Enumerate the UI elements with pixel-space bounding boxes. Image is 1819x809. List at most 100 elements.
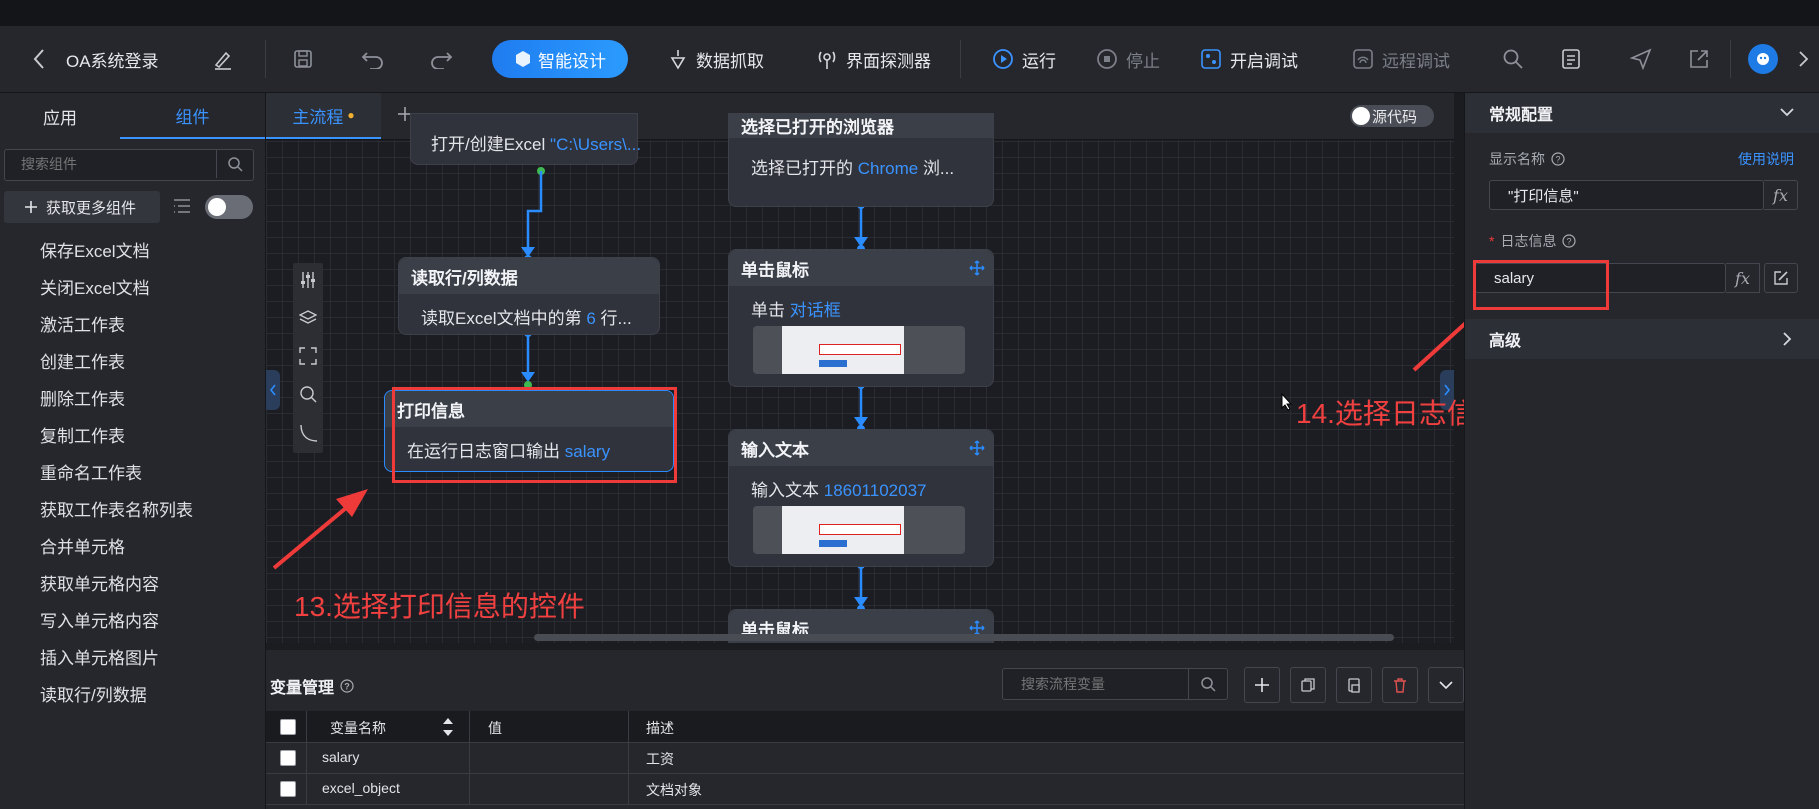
chevron-right-icon[interactable]	[1782, 332, 1792, 346]
sort-icon[interactable]	[442, 716, 454, 738]
robot-avatar-icon[interactable]	[1748, 44, 1778, 74]
display-name-field[interactable]: "打印信息"	[1489, 180, 1764, 210]
variable-manager-title: 变量管理 ?	[270, 674, 354, 698]
highlight-box-log-field	[1473, 260, 1609, 310]
section-general[interactable]: 常规配置	[1465, 93, 1819, 133]
svg-text:?: ?	[1555, 155, 1560, 165]
get-more-components-button[interactable]: 获取更多组件	[4, 191, 160, 223]
component-list-item[interactable]: 获取单元格内容	[40, 570, 159, 595]
data-capture-label: 数据抓取	[696, 51, 764, 71]
get-more-components-label: 获取更多组件	[46, 199, 137, 217]
section-advanced[interactable]: 高级	[1465, 319, 1819, 359]
variable-desc-cell: 工资	[646, 751, 674, 767]
help-icon[interactable]: ?	[340, 679, 354, 693]
component-list-item[interactable]: 复制工作表	[40, 422, 125, 447]
project-title: OA系统登录	[66, 51, 159, 71]
display-name-label-text: 显示名称	[1489, 151, 1545, 167]
run-label: 运行	[1022, 51, 1056, 71]
chevron-right-icon[interactable]	[1790, 46, 1816, 72]
component-list-item[interactable]: 读取行/列数据	[40, 681, 147, 706]
column-header-desc: 描述	[646, 720, 674, 736]
chevron-down-icon[interactable]	[1780, 107, 1794, 117]
ui-detector-button[interactable]: 界面探测器	[816, 26, 931, 92]
send-icon[interactable]	[1628, 46, 1654, 72]
select-all-checkbox[interactable]	[280, 719, 296, 735]
component-list-item[interactable]: 激活工作表	[40, 311, 125, 336]
external-link-icon[interactable]	[1686, 46, 1712, 72]
detector-icon	[818, 51, 836, 69]
row-checkbox[interactable]	[280, 781, 296, 797]
component-list-item[interactable]: 重命名工作表	[40, 459, 142, 484]
annotation-step-13: 13.选择打印信息的控件	[294, 591, 585, 622]
search-icon[interactable]	[1500, 46, 1526, 72]
variable-search-box	[1002, 668, 1228, 700]
chevron-down-icon[interactable]	[1428, 667, 1464, 703]
variable-desc-cell: 文档对象	[646, 782, 702, 798]
search-icon[interactable]	[1188, 669, 1227, 699]
component-list-item[interactable]: 关闭Excel文档	[40, 274, 150, 299]
variable-table-header: 变量名称 值 描述	[266, 711, 1464, 743]
paste-variable-icon[interactable]	[1336, 667, 1372, 703]
tab-components[interactable]: 组件	[120, 93, 265, 139]
mouse-cursor-icon	[1281, 393, 1293, 411]
log-info-label: * 日志信息 ?	[1489, 231, 1577, 251]
search-icon[interactable]	[216, 150, 253, 178]
smart-design-button[interactable]: 智能设计	[492, 40, 628, 78]
list-filter-icon[interactable]	[172, 197, 192, 215]
data-capture-icon	[670, 50, 686, 70]
add-variable-icon[interactable]	[1244, 667, 1280, 703]
plus-icon	[25, 201, 37, 213]
column-header-value: 值	[488, 720, 502, 736]
variable-search-input[interactable]	[1003, 669, 1189, 699]
row-checkbox[interactable]	[280, 750, 296, 766]
svg-text:?: ?	[1567, 237, 1572, 247]
help-icon[interactable]: ?	[1562, 234, 1577, 248]
column-header-name: 变量名称	[330, 720, 386, 736]
data-capture-button[interactable]: 数据抓取	[668, 26, 764, 92]
debug-button[interactable]: 开启调试	[1200, 26, 1298, 92]
document-icon[interactable]	[1558, 46, 1584, 72]
run-button[interactable]: 运行	[992, 26, 1056, 92]
remote-debug-button[interactable]: 远程调试	[1352, 26, 1450, 92]
fx-expression-icon[interactable]: fx	[1726, 263, 1760, 293]
usage-link[interactable]: 使用说明	[1738, 149, 1794, 169]
variable-table-row[interactable]: excel_object 文档对象	[266, 773, 1464, 805]
smart-design-label: 智能设计	[538, 51, 606, 71]
component-list-item[interactable]: 插入单元格图片	[40, 644, 159, 669]
edit-variable-icon[interactable]	[1764, 263, 1798, 293]
properties-panel: 常规配置 显示名称 ? 使用说明 "打印信息" fx * 日志信息 ? sala…	[1464, 93, 1819, 809]
stop-button[interactable]: 停止	[1096, 26, 1160, 92]
annotation-arrow-13	[272, 489, 368, 570]
stop-icon	[1097, 49, 1117, 69]
component-sidebar: 应用 组件 获取更多组件 保存Excel文档关闭Excel文档激活工作表创建工作…	[0, 93, 266, 809]
undo-icon[interactable]	[360, 46, 386, 72]
fx-expression-icon[interactable]: fx	[1764, 180, 1798, 210]
redo-icon[interactable]	[428, 46, 454, 72]
edit-icon[interactable]	[210, 46, 236, 72]
section-general-title: 常规配置	[1489, 107, 1554, 124]
variable-table-row[interactable]: salary 工资	[266, 742, 1464, 774]
back-icon[interactable]	[26, 46, 52, 72]
tab-apps[interactable]: 应用	[0, 93, 120, 139]
smart-design-icon	[516, 51, 530, 67]
component-list-item[interactable]: 写入单元格内容	[40, 607, 159, 632]
component-list-item[interactable]: 获取工作表名称列表	[40, 496, 193, 521]
component-list-item[interactable]: 保存Excel文档	[40, 237, 150, 262]
toggle-switch[interactable]	[205, 195, 253, 219]
log-info-label-text: 日志信息	[1500, 233, 1557, 249]
delete-variable-icon[interactable]	[1382, 667, 1418, 703]
remote-debug-icon	[1353, 49, 1373, 69]
debug-icon	[1201, 49, 1221, 69]
save-icon[interactable]	[290, 46, 316, 72]
variable-name-cell: salary	[322, 749, 360, 765]
os-title-strip	[0, 0, 1819, 26]
component-list-item[interactable]: 删除工作表	[40, 385, 125, 410]
component-list-item[interactable]: 合并单元格	[40, 533, 125, 558]
flow-canvas[interactable]: 主流程 ● 源代码 打开/创建Excel "C:\Users\... 读取行/列…	[266, 93, 1454, 643]
copy-variable-icon[interactable]	[1290, 667, 1326, 703]
section-advanced-title: 高级	[1489, 333, 1522, 350]
component-search-input[interactable]	[5, 150, 215, 178]
component-list-item[interactable]: 创建工作表	[40, 348, 125, 373]
variable-manager-title-text: 变量管理	[270, 680, 335, 697]
help-icon[interactable]: ?	[1551, 152, 1565, 166]
